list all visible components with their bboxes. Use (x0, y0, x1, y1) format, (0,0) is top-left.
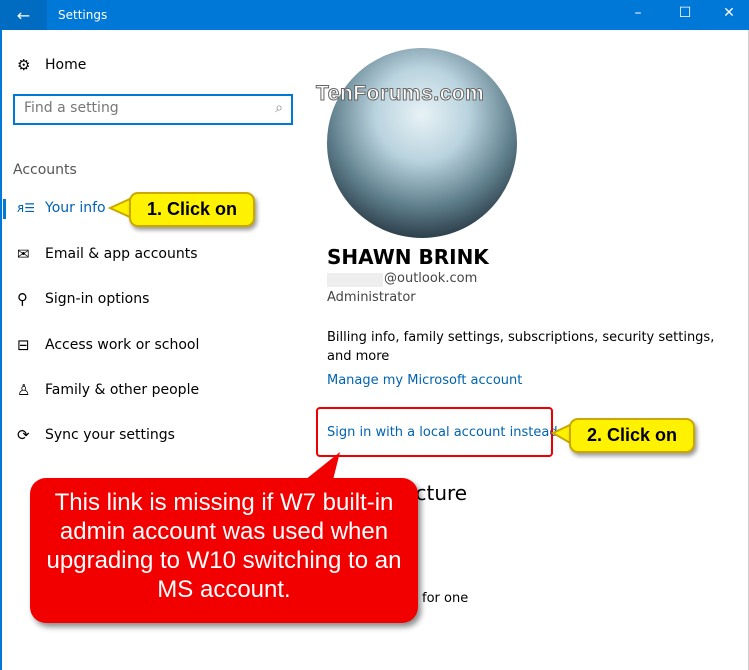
callout-1: 1. Click on (129, 192, 255, 227)
note-callout: This link is missing if W7 built-in admi… (30, 478, 418, 623)
callout-2: 2. Click on (569, 418, 695, 453)
